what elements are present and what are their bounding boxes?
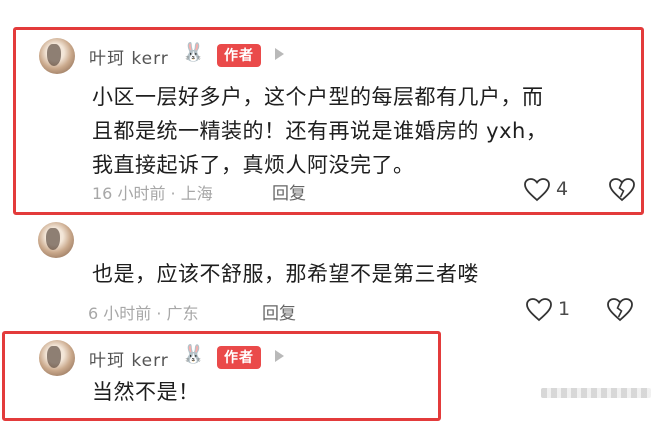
play-triangle-icon[interactable] [275, 48, 284, 60]
time-location: 6 小时前 · 广东 [88, 304, 199, 323]
like-heart-icon[interactable] [524, 178, 550, 202]
like-count: 1 [558, 298, 571, 320]
author-badge: 作者 [217, 44, 261, 67]
reply-button[interactable]: 回复 [262, 299, 296, 324]
author-name[interactable]: 叶珂 kerr [89, 346, 169, 371]
avatar[interactable] [39, 340, 75, 376]
comment-text: 当然不是！ [92, 380, 200, 404]
comment-text: 也是，应该不舒服，那希望不是第三者喽 [92, 262, 479, 286]
like-count: 4 [556, 178, 569, 200]
dislike-broken-heart-icon[interactable] [607, 298, 633, 322]
time-location: 16 小时前 · 上海 [92, 184, 213, 203]
watermark [541, 388, 651, 398]
like-heart-icon[interactable] [526, 298, 552, 322]
author-badge: 作者 [217, 346, 261, 369]
comment-text: 小区一层好多户，这个户型的每层都有几户，而 且都是统一精装的！还有再说是谁婚房的… [92, 85, 548, 177]
avatar[interactable] [38, 222, 74, 258]
dislike-broken-heart-icon[interactable] [609, 178, 635, 202]
avatar[interactable] [39, 38, 75, 74]
reply-button[interactable]: 回复 [272, 179, 306, 204]
rabbit-emoji-icon: 🐰 [182, 42, 205, 63]
play-triangle-icon[interactable] [275, 350, 284, 362]
rabbit-emoji-icon: 🐰 [182, 344, 205, 365]
author-name[interactable]: 叶珂 kerr [89, 44, 169, 69]
